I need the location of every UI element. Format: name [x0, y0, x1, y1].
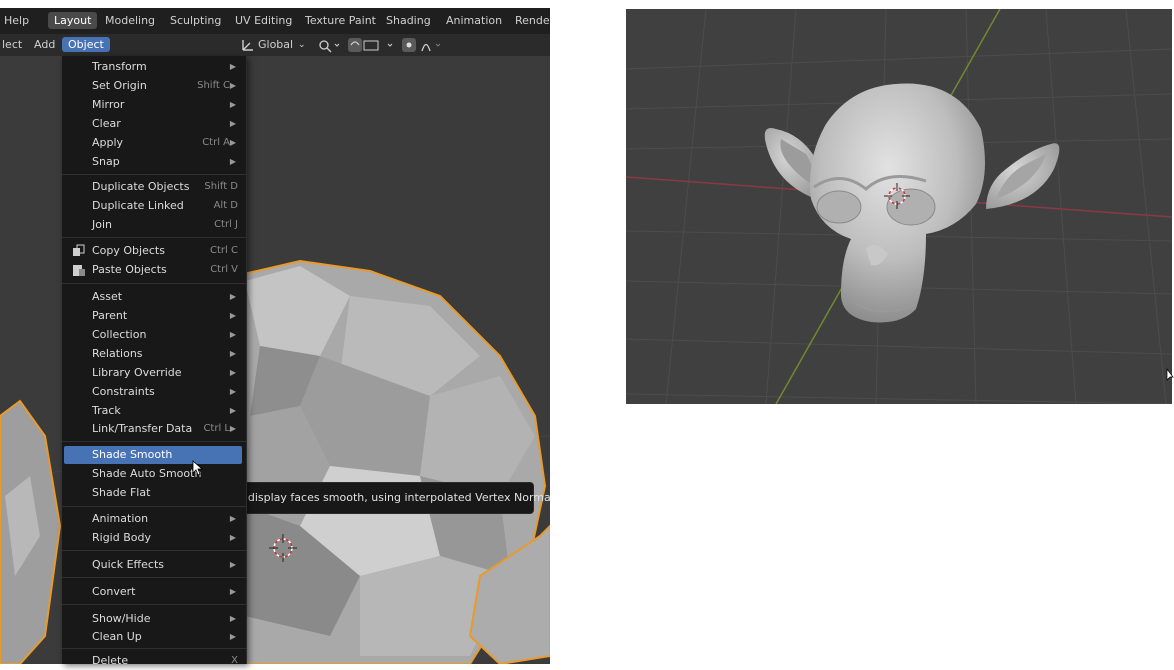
transform-orientation-icon [242, 40, 253, 51]
chevron-right-icon: ▶ [229, 632, 236, 641]
menu-item-duplicate-objects[interactable]: Duplicate Objects Shift D [64, 178, 242, 196]
chevron-down-icon[interactable]: ⌄ [298, 40, 306, 50]
chevron-right-icon: ▶ [229, 157, 236, 166]
proportional-editing-icon[interactable] [402, 37, 446, 53]
menu-item-asset[interactable]: Asset ▶ [64, 288, 242, 306]
menu-item-constraints[interactable]: Constraints ▶ [64, 383, 242, 401]
menu-item-clean-up[interactable]: Clean Up ▶ [64, 628, 242, 646]
menu-item-collection[interactable]: Collection ▶ [64, 326, 242, 344]
tab-uv-editing[interactable]: UV Editing [235, 14, 292, 27]
object-menu-dropdown: Transform ▶ Set Origin Shift C ▶ Mirror ▶ Cl… [62, 56, 247, 667]
menu-item-shade-smooth[interactable]: Shade Smooth [64, 446, 242, 464]
menu-separator [62, 604, 246, 605]
menu-separator [62, 506, 246, 507]
menu-item-paste-objects[interactable]: Paste Objects Ctrl V [64, 261, 242, 279]
chevron-right-icon: ▶ [229, 81, 236, 90]
menu-item-library-override[interactable]: Library Override ▶ [64, 364, 242, 382]
menu-item-animation[interactable]: Animation ▶ [64, 510, 242, 528]
chevron-right-icon: ▶ [229, 368, 236, 377]
menu-separator [62, 237, 246, 238]
menu-item-mirror[interactable]: Mirror ▶ [64, 96, 242, 114]
menu-item-relations[interactable]: Relations ▶ [64, 345, 242, 363]
menu-help[interactable]: Help [4, 14, 29, 27]
menu-separator [62, 174, 246, 175]
menu-item-delete[interactable]: Delete X [64, 652, 242, 670]
tab-animation[interactable]: Animation [446, 14, 502, 27]
chevron-right-icon: ▶ [229, 387, 236, 396]
tab-shading[interactable]: Shading [386, 14, 431, 27]
tab-rendering[interactable]: Render [515, 14, 550, 27]
menu-item-duplicate-linked[interactable]: Duplicate Linked Alt D [64, 197, 242, 215]
menu-item-parent[interactable]: Parent ▶ [64, 307, 242, 325]
menu-add[interactable]: Add [34, 38, 55, 51]
viewport-smooth-render [626, 9, 1172, 404]
chevron-right-icon: ▶ [229, 292, 236, 301]
menu-select[interactable]: lect [2, 38, 22, 51]
chevron-right-icon: ▶ [229, 614, 236, 623]
menu-item-track[interactable]: Track ▶ [64, 402, 242, 420]
menu-item-join[interactable]: Join Ctrl J [64, 216, 242, 234]
menu-item-rigid-body[interactable]: Rigid Body ▶ [64, 529, 242, 547]
transform-orientation-select[interactable]: Global [258, 38, 293, 51]
chevron-right-icon: ▶ [229, 330, 236, 339]
chevron-right-icon: ▶ [229, 100, 236, 109]
snap-icon[interactable] [348, 37, 396, 53]
menu-item-snap[interactable]: Snap ▶ [64, 153, 242, 171]
menu-separator [62, 577, 246, 578]
menu-item-clear[interactable]: Clear ▶ [64, 115, 242, 133]
tab-sculpting[interactable]: Sculpting [170, 14, 221, 27]
chevron-right-icon: ▶ [229, 560, 236, 569]
menu-item-quick-effects[interactable]: Quick Effects ▶ [64, 556, 242, 574]
menu-separator [62, 283, 246, 284]
menu-item-set-origin[interactable]: Set Origin Shift C ▶ [64, 77, 242, 95]
chevron-right-icon: ▶ [229, 514, 236, 523]
chevron-right-icon: ▶ [229, 138, 236, 147]
chevron-right-icon: ▶ [229, 533, 236, 542]
menu-item-shade-auto-smooth[interactable]: Shade Auto Smooth [64, 465, 242, 483]
menu-item-link-transfer-data[interactable]: Link/Transfer Data Ctrl L ▶ [64, 420, 242, 438]
menu-item-copy-objects[interactable]: Copy Objects Ctrl C [64, 242, 242, 260]
chevron-right-icon: ▶ [229, 349, 236, 358]
mouse-pointer-icon [192, 460, 204, 476]
chevron-right-icon: ▶ [229, 424, 236, 433]
chevron-right-icon: ▶ [229, 406, 236, 415]
tab-texture-paint[interactable]: Texture Paint [305, 14, 376, 27]
menu-item-shade-flat[interactable]: Shade Flat [64, 484, 242, 502]
workspace-tab-bar: Help Layout Modeling Sculpting UV Editin… [0, 8, 550, 34]
viewport-header: lect Add Object Global ⌄ [0, 34, 550, 56]
3d-viewport-smooth[interactable] [626, 9, 1172, 404]
menu-separator [62, 550, 246, 551]
chevron-right-icon: ▶ [229, 62, 236, 71]
menu-item-convert[interactable]: Convert ▶ [64, 583, 242, 601]
pivot-point-icon[interactable] [316, 37, 342, 53]
tab-modeling[interactable]: Modeling [105, 14, 155, 27]
menu-item-transform[interactable]: Transform ▶ [64, 58, 242, 76]
chevron-right-icon: ▶ [229, 119, 236, 128]
menu-item-show-hide[interactable]: Show/Hide ▶ [64, 610, 242, 628]
menu-separator [62, 441, 246, 442]
tab-layout[interactable]: Layout [48, 12, 98, 29]
chevron-right-icon: ▶ [229, 587, 236, 596]
menu-item-apply[interactable]: Apply Ctrl A ▶ [64, 134, 242, 152]
paste-icon [73, 265, 85, 276]
menu-separator [62, 648, 246, 649]
menu-object[interactable]: Object [62, 37, 110, 52]
chevron-right-icon: ▶ [229, 311, 236, 320]
copy-icon [73, 244, 85, 256]
mouse-pointer-icon [1166, 368, 1174, 381]
